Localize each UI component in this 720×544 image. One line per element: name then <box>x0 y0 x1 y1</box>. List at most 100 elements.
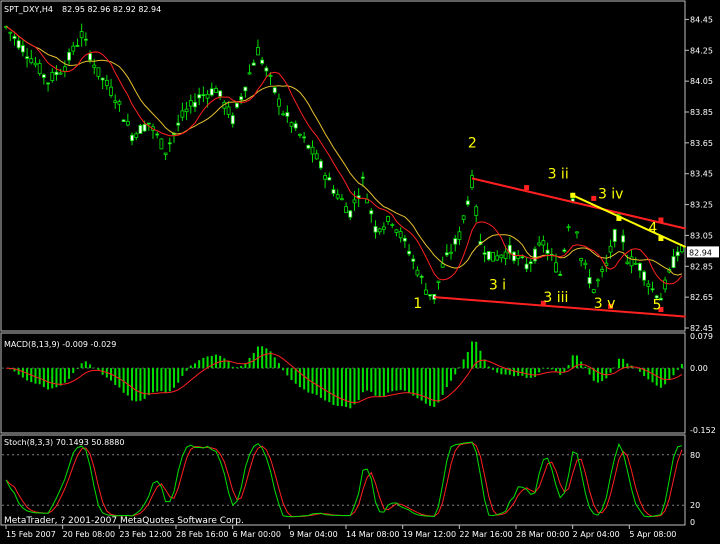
candle-body <box>638 263 642 271</box>
candle-body <box>230 115 235 125</box>
candle-body <box>121 119 126 122</box>
candle-body <box>83 38 88 41</box>
candle-body <box>600 269 605 272</box>
candle-body <box>20 45 25 53</box>
candle-body <box>340 198 344 201</box>
price-tick-label: 83.25 <box>690 201 713 210</box>
chart-canvas[interactable]: 1 2 3 i 3 ii 3 iii 3 iv 3 v 4 5 84.45 84.25 84.05 8… <box>0 0 720 540</box>
candle-body <box>444 252 449 256</box>
x-tick-label: 6 Mar 00:00 <box>233 530 281 539</box>
candle-body <box>79 31 84 39</box>
candle-body <box>138 124 143 134</box>
candle-body <box>298 133 302 136</box>
candle-body <box>117 101 122 105</box>
chart-window: 1 2 3 i 3 ii 3 iii 3 iv 3 v 4 5 84.45 84.25 84.05 8… <box>0 0 720 540</box>
candle-body <box>176 122 181 126</box>
candle-body <box>235 102 239 108</box>
candle-body <box>411 258 416 262</box>
candle-body <box>29 58 34 64</box>
candle-body <box>310 146 315 155</box>
price-tick-label: 84.05 <box>690 77 713 86</box>
ohlc-label: 82.95 82.96 82.92 82.94 <box>62 5 161 14</box>
candle-body <box>12 35 17 39</box>
last-price-label: 82.94 <box>689 248 712 257</box>
wave-label: 1 <box>413 296 422 312</box>
price-tick-label: 84.45 <box>690 15 713 24</box>
candle-body <box>184 108 189 113</box>
wave-label: 3 ii <box>548 166 569 182</box>
x-tick-label: 9 Mar 04:00 <box>289 530 337 539</box>
candle-body <box>453 238 458 245</box>
macd-tick-label: -0.152 <box>690 426 716 435</box>
candle-body <box>491 252 495 262</box>
candle-body <box>197 94 202 99</box>
x-tick-label: 19 Mar 12:00 <box>403 530 456 539</box>
candle-body <box>260 59 265 64</box>
candle-body <box>415 269 420 276</box>
price-tick-label: 84.25 <box>690 46 713 55</box>
wave-label: 3 v <box>594 296 616 312</box>
candle-body <box>323 175 328 180</box>
candle-body <box>558 273 563 276</box>
candle-body <box>436 280 441 283</box>
price-tick-label: 83.45 <box>690 170 713 179</box>
candle-body <box>314 153 319 160</box>
candle-body <box>71 45 76 52</box>
candle-body <box>587 277 592 284</box>
trendline-marker <box>658 217 664 223</box>
candle-body <box>503 251 508 259</box>
candle-body <box>50 72 55 81</box>
candle-body <box>461 215 466 220</box>
candle-body <box>180 110 185 118</box>
candle-body <box>167 142 172 145</box>
x-tick-label: 5 Apr 08:00 <box>629 530 676 539</box>
candle-body <box>205 93 210 99</box>
stoch-tick-label: 20 <box>690 501 700 510</box>
candle-body <box>247 72 252 75</box>
candle-body <box>545 249 550 254</box>
candle-body <box>100 77 105 81</box>
candle-body <box>423 289 428 295</box>
candle-body <box>449 251 453 254</box>
candle-body <box>596 279 600 282</box>
x-tick-label: 20 Feb 08:00 <box>63 530 115 539</box>
wave-label: 2 <box>468 135 477 151</box>
candle-body <box>608 245 613 253</box>
candle-body <box>499 254 504 259</box>
price-tick-label: 83.65 <box>690 139 713 148</box>
candle-body <box>264 67 269 72</box>
wave-label: 3 i <box>489 277 506 293</box>
candle-body <box>335 194 340 199</box>
candle-body <box>8 31 13 34</box>
copyright-text: MetaTrader, ? 2001-2007 MetaQuotes Softw… <box>4 516 244 526</box>
candle-body <box>109 86 113 96</box>
x-tick-label: 15 Feb 2007 <box>6 530 56 539</box>
candle-body <box>495 255 500 261</box>
candle-body <box>155 133 160 136</box>
candle-body <box>465 200 470 205</box>
candle-body <box>373 226 378 233</box>
candle-body <box>277 98 281 107</box>
price-chart-title: SPT_DXY,H4 <box>4 5 53 14</box>
candle-body <box>130 134 134 142</box>
candle-body <box>348 210 353 218</box>
wave-label: 3 iv <box>598 186 624 202</box>
x-tick-label: 14 Mar 08:00 <box>346 530 399 539</box>
candle-body <box>239 96 244 101</box>
candle-body <box>67 51 71 61</box>
price-tick-label: 82.85 <box>690 262 713 271</box>
candle-body <box>243 86 248 92</box>
wave-label: 4 <box>648 220 657 236</box>
candle-body <box>537 242 542 246</box>
trendline-marker <box>524 185 530 191</box>
candle-body <box>327 177 332 181</box>
candle-body <box>88 53 92 61</box>
candle-body <box>46 82 50 85</box>
candle-body <box>104 80 109 86</box>
candle-body <box>482 252 487 255</box>
x-tick-label: 22 Mar 16:00 <box>459 530 512 539</box>
candle-body <box>360 176 365 179</box>
candle-body <box>369 210 374 215</box>
candle-body <box>528 261 533 264</box>
candle-body <box>113 100 118 103</box>
